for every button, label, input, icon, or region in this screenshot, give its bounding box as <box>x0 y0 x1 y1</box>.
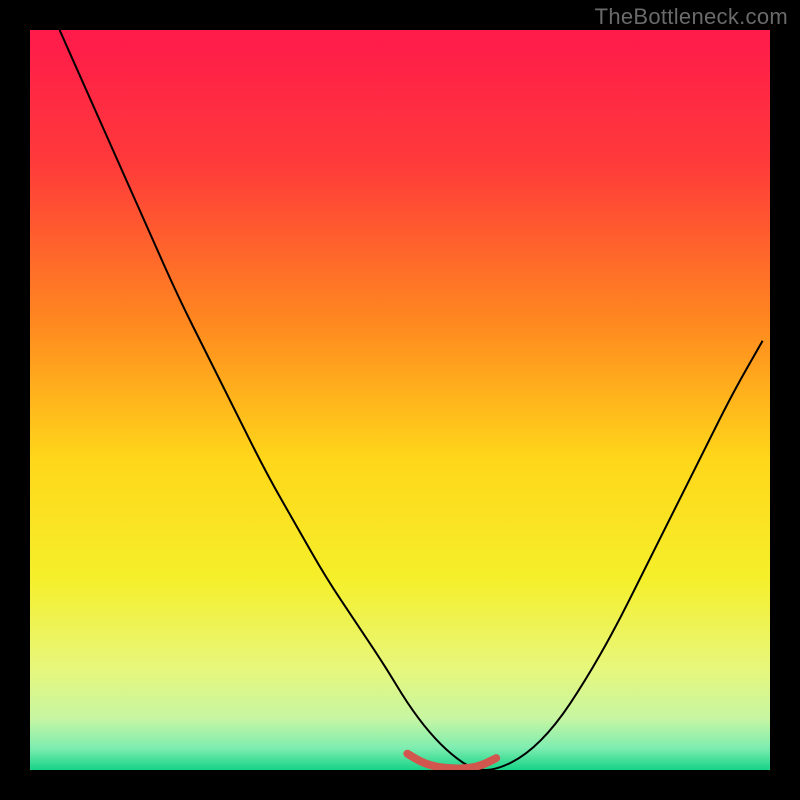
chart-svg <box>30 30 770 770</box>
chart-frame: TheBottleneck.com <box>0 0 800 800</box>
plot-area <box>30 30 770 770</box>
attribution-text: TheBottleneck.com <box>595 4 788 30</box>
gradient-rect <box>30 30 770 770</box>
